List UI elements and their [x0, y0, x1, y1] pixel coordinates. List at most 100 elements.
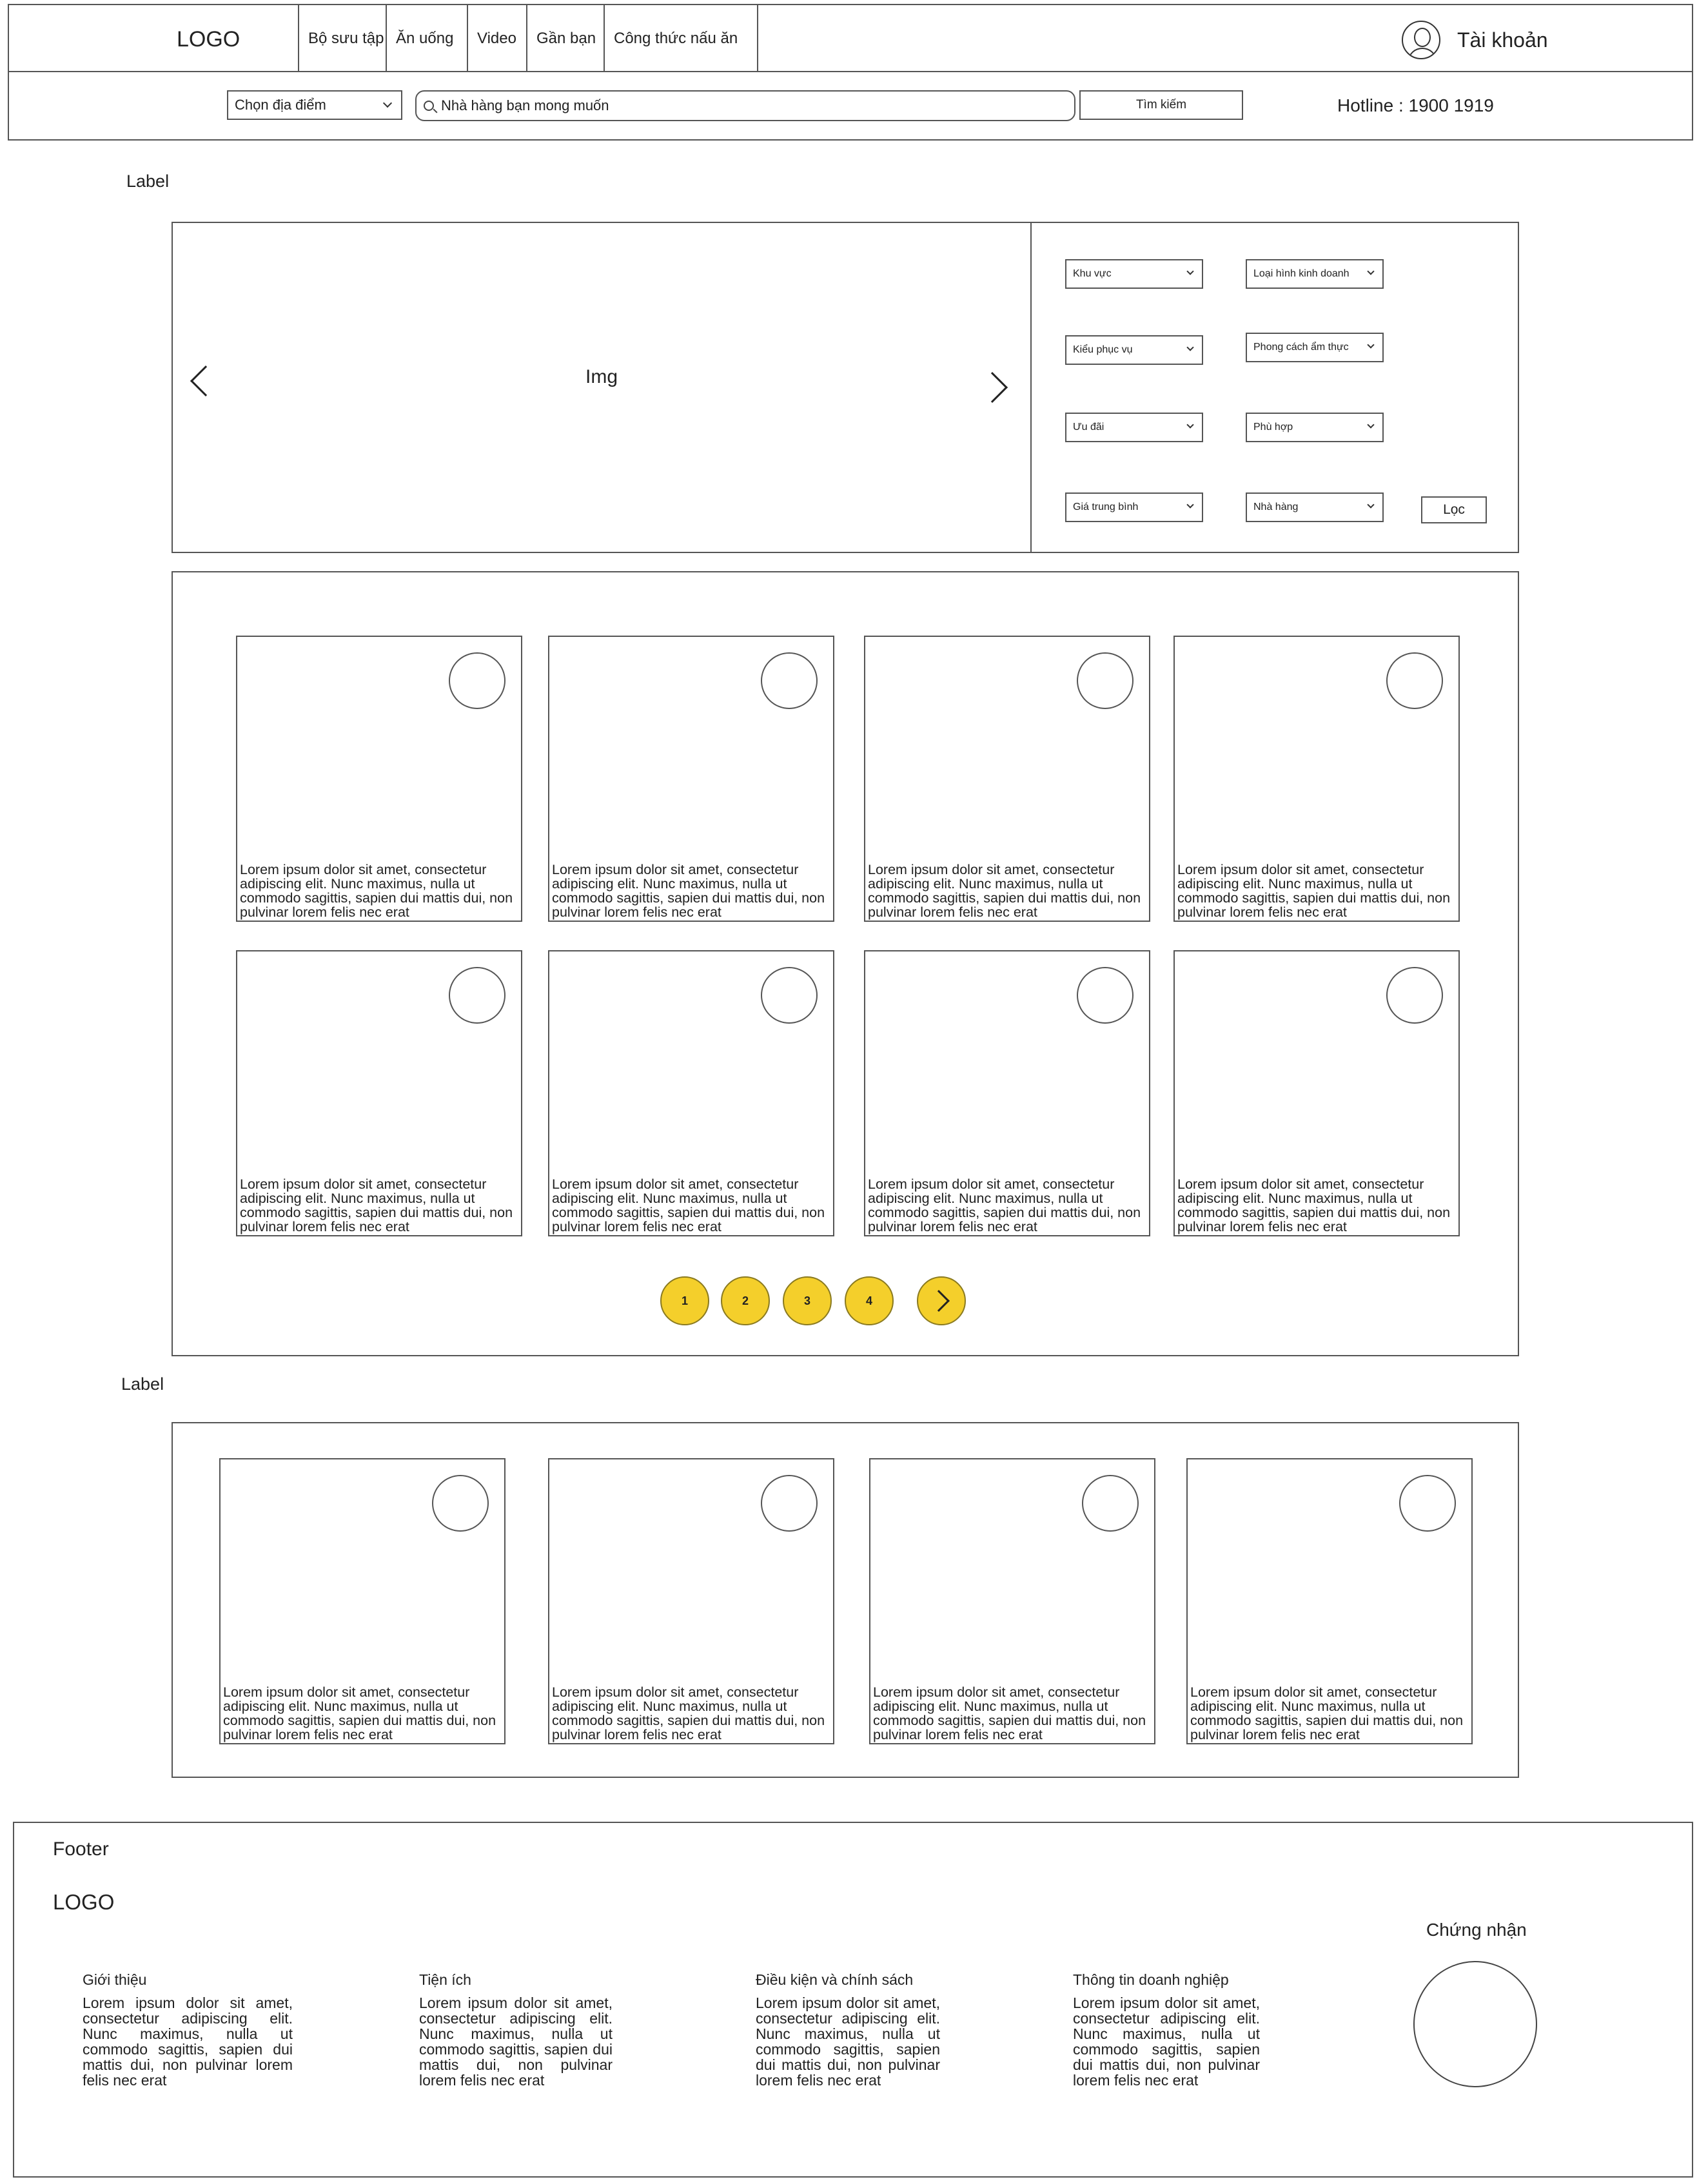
- nav-item-video[interactable]: Video: [467, 5, 526, 72]
- nav-item-food[interactable]: Ăn uống: [386, 5, 467, 72]
- footer-column-title[interactable]: Giới thiệu: [83, 1971, 293, 1989]
- filter-business-type[interactable]: Loại hình kinh doanh: [1246, 259, 1384, 289]
- favorite-icon[interactable]: [1399, 1475, 1456, 1532]
- location-select[interactable]: Chọn địa điểm: [227, 90, 402, 120]
- favorite-icon[interactable]: [1386, 652, 1443, 709]
- nav-item-nearby[interactable]: Gần bạn: [526, 5, 604, 72]
- restaurant-card[interactable]: Lorem ipsum dolor sit amet, consectetur …: [219, 1458, 506, 1744]
- certification-badge[interactable]: [1413, 1961, 1537, 2087]
- card-description: Lorem ipsum dolor sit amet, consectetur …: [868, 862, 1141, 920]
- chevron-down-icon: [1186, 501, 1194, 509]
- card-description: Lorem ipsum dolor sit amet, consectetur …: [240, 862, 513, 920]
- footer-logo[interactable]: LOGO: [53, 1890, 114, 1915]
- restaurant-card[interactable]: Lorem ipsum dolor sit amet, consectetur …: [864, 636, 1150, 922]
- chevron-down-icon: [1186, 344, 1194, 351]
- chevron-down-icon: [1186, 421, 1194, 429]
- footer-column-about: Giới thiệu Lorem ipsum dolor sit amet, c…: [83, 1971, 293, 2088]
- page-button-2[interactable]: 2: [721, 1276, 770, 1325]
- nav-item-collections[interactable]: Bộ sưu tập: [298, 5, 386, 72]
- restaurant-card[interactable]: Lorem ipsum dolor sit amet, consectetur …: [1186, 1458, 1473, 1744]
- search-placeholder: Nhà hàng bạn mong muốn: [441, 97, 609, 113]
- search-input[interactable]: Nhà hàng bạn mong muốn: [415, 90, 1075, 121]
- card-description: Lorem ipsum dolor sit amet, consectetur …: [552, 1176, 825, 1234]
- restaurant-card[interactable]: Lorem ipsum dolor sit amet, consectetur …: [548, 636, 834, 922]
- hero-image-carousel: Img: [173, 223, 1032, 552]
- chevron-down-icon: [1367, 341, 1375, 349]
- card-description: Lorem ipsum dolor sit amet, consectetur …: [1177, 862, 1451, 920]
- hero-panel: Img Khu vực Loại hình kinh doanh Kiểu ph…: [172, 222, 1519, 553]
- restaurant-card[interactable]: Lorem ipsum dolor sit amet, consectetur …: [1173, 950, 1460, 1236]
- chevron-down-icon: [1367, 268, 1375, 275]
- search-button[interactable]: Tìm kiếm: [1079, 90, 1243, 120]
- top-nav-bar: LOGO Bộ sưu tập Ăn uống Video Gần bạn Cô…: [9, 5, 1692, 72]
- favorite-icon[interactable]: [761, 652, 818, 709]
- account-label: Tài khoản: [1457, 28, 1548, 52]
- chevron-down-icon: [1367, 421, 1375, 429]
- nav-divider: [757, 5, 758, 72]
- restaurant-card[interactable]: Lorem ipsum dolor sit amet, consectetur …: [864, 950, 1150, 1236]
- filter-button[interactable]: Lọc: [1421, 496, 1487, 523]
- chevron-down-icon: [1186, 268, 1194, 275]
- footer-column-utilities: Tiện ích Lorem ipsum dolor sit amet, con…: [419, 1971, 613, 2088]
- favorite-icon[interactable]: [449, 652, 506, 709]
- favorite-icon[interactable]: [1082, 1475, 1139, 1532]
- page-button-3[interactable]: 3: [783, 1276, 832, 1325]
- chevron-right-icon: [928, 1290, 950, 1312]
- logo[interactable]: LOGO: [177, 27, 240, 52]
- filter-suitable-for[interactable]: Phù hợp: [1246, 413, 1384, 442]
- chevron-right-icon[interactable]: [976, 371, 1008, 404]
- footer-column-title[interactable]: Điều kiện và chính sách: [756, 1971, 940, 1989]
- filter-label: Loại hình kinh doanh: [1253, 268, 1350, 279]
- restaurant-card[interactable]: Lorem ipsum dolor sit amet, consectetur …: [236, 636, 522, 922]
- search-icon: [424, 101, 434, 111]
- favorite-icon[interactable]: [761, 967, 818, 1024]
- favorite-icon[interactable]: [449, 967, 506, 1024]
- restaurant-card[interactable]: Lorem ipsum dolor sit amet, consectetur …: [236, 950, 522, 1236]
- footer-column-business-info: Thông tin doanh nghiệp Lorem ipsum dolor…: [1073, 1971, 1260, 2088]
- footer-column-title[interactable]: Tiện ích: [419, 1971, 613, 1989]
- card-description: Lorem ipsum dolor sit amet, consectetur …: [1177, 1176, 1451, 1234]
- hotline-text: Hotline : 1900 1919: [1337, 95, 1494, 115]
- section-label: Label: [121, 1374, 164, 1394]
- favorite-icon[interactable]: [1077, 967, 1134, 1024]
- footer-column-text: Lorem ipsum dolor sit amet, consectetur …: [756, 1994, 940, 2089]
- filter-label: Khu vực: [1073, 268, 1112, 279]
- chevron-left-icon[interactable]: [190, 365, 222, 397]
- card-description: Lorem ipsum dolor sit amet, consectetur …: [1190, 1684, 1464, 1742]
- filter-offers[interactable]: Ưu đãi: [1065, 413, 1203, 442]
- filter-service-style[interactable]: Kiểu phục vụ: [1065, 335, 1203, 365]
- certification-title: Chứng nhận: [1426, 1920, 1527, 1940]
- chevron-down-icon: [382, 98, 393, 108]
- card-description: Lorem ipsum dolor sit amet, consectetur …: [240, 1176, 513, 1234]
- restaurant-card[interactable]: Lorem ipsum dolor sit amet, consectetur …: [1173, 636, 1460, 922]
- favorite-icon[interactable]: [761, 1475, 818, 1532]
- favorite-icon[interactable]: [1386, 967, 1443, 1024]
- filter-label: Phong cách ẩm thực: [1253, 342, 1349, 353]
- card-description: Lorem ipsum dolor sit amet, consectetur …: [873, 1684, 1146, 1742]
- restaurant-card[interactable]: Lorem ipsum dolor sit amet, consectetur …: [869, 1458, 1155, 1744]
- filter-restaurant[interactable]: Nhà hàng: [1246, 492, 1384, 522]
- restaurant-card[interactable]: Lorem ipsum dolor sit amet, consectetur …: [548, 950, 834, 1236]
- nav-item-recipes[interactable]: Công thức nấu ăn: [604, 5, 757, 72]
- image-placeholder-label: Img: [585, 366, 618, 387]
- user-icon: [1402, 21, 1440, 59]
- filter-area[interactable]: Khu vực: [1065, 259, 1203, 289]
- footer-column-title[interactable]: Thông tin doanh nghiệp: [1073, 1971, 1260, 1989]
- section-label: Label: [126, 171, 170, 191]
- filter-average-price[interactable]: Giá trung bình: [1065, 492, 1203, 522]
- page-button-4[interactable]: 4: [845, 1276, 894, 1325]
- site-footer: Footer LOGO Giới thiệu Lorem ipsum dolor…: [13, 1822, 1693, 2178]
- account-link[interactable]: Tài khoản: [1402, 21, 1548, 59]
- filter-label: Giá trung bình: [1073, 502, 1139, 512]
- restaurant-card[interactable]: Lorem ipsum dolor sit amet, consectetur …: [548, 1458, 834, 1744]
- card-description: Lorem ipsum dolor sit amet, consectetur …: [868, 1176, 1141, 1234]
- filter-label: Kiểu phục vụ: [1073, 344, 1133, 355]
- next-page-button[interactable]: [917, 1276, 966, 1325]
- filter-cuisine-style[interactable]: Phong cách ẩm thực: [1246, 333, 1384, 362]
- favorite-icon[interactable]: [432, 1475, 489, 1532]
- page-button-1[interactable]: 1: [660, 1276, 709, 1325]
- footer-column-text: Lorem ipsum dolor sit amet, consectetur …: [419, 1994, 613, 2089]
- card-description: Lorem ipsum dolor sit amet, consectetur …: [552, 862, 825, 920]
- favorite-icon[interactable]: [1077, 652, 1134, 709]
- footer-column-policies: Điều kiện và chính sách Lorem ipsum dolo…: [756, 1971, 940, 2088]
